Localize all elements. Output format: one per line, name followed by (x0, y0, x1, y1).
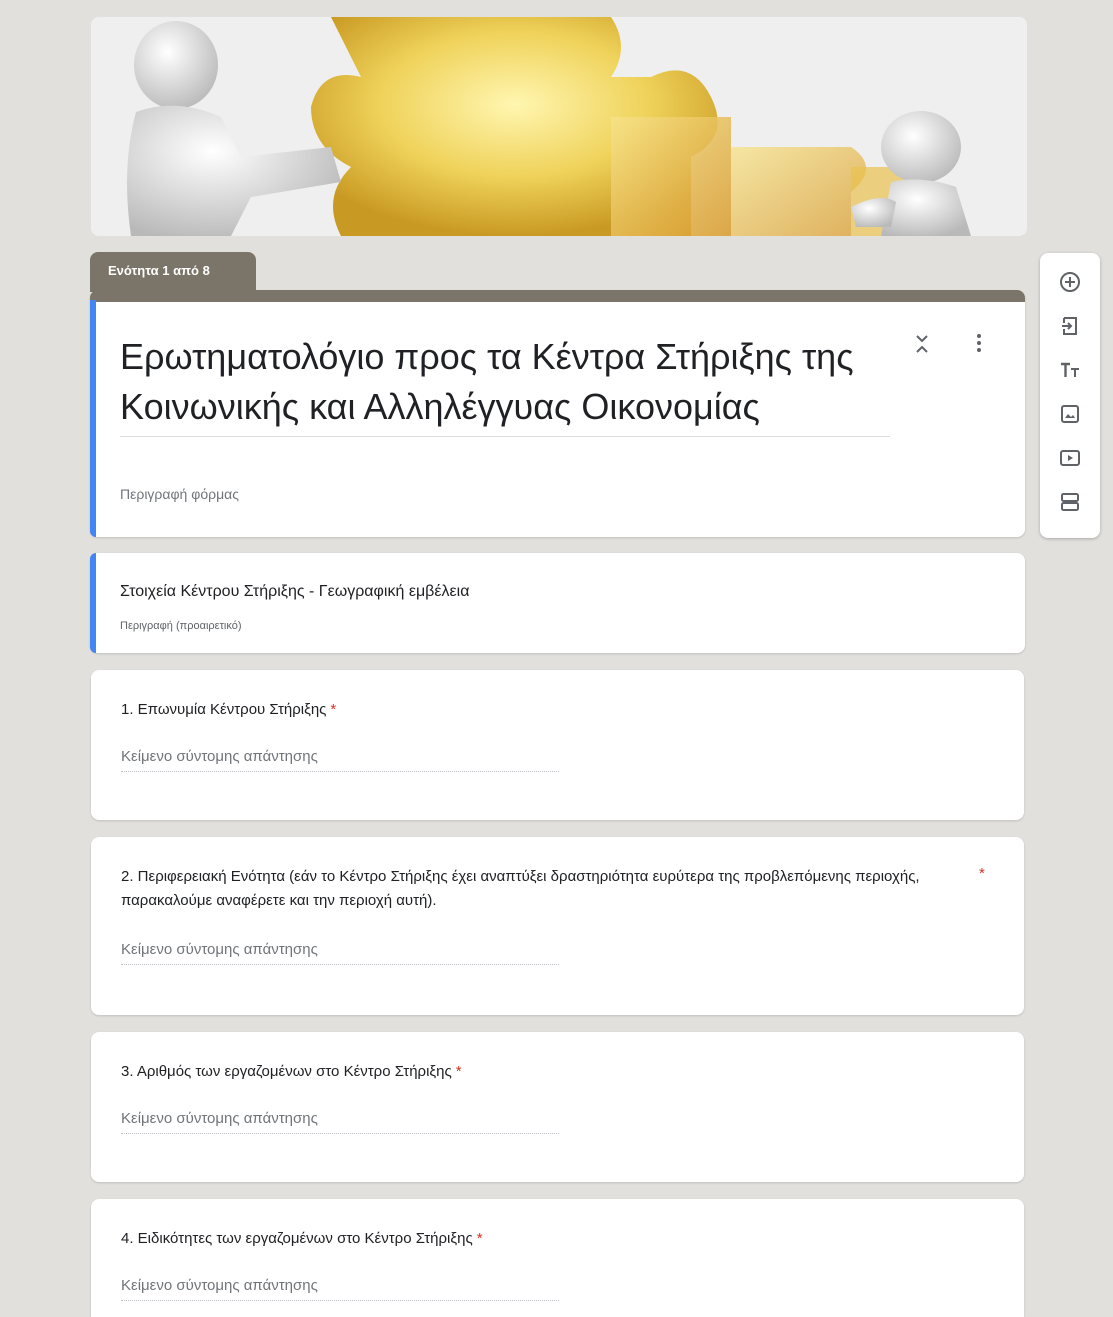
more-options-icon[interactable] (972, 334, 986, 358)
section-card-accent (90, 553, 96, 653)
question-title: 3. Αριθμός των εργαζομένων στο Κέντρο Στ… (121, 1060, 981, 1084)
question-title-text: 4. Ειδικότητες των εργαζομένων στο Κέντρ… (121, 1230, 473, 1247)
form-title-input[interactable]: Ερωτηματολόγιο προς τα Κέντρα Στήριξης τ… (120, 332, 890, 437)
question-card-1[interactable]: 1. Επωνυμία Κέντρου Στήριξης * Κείμενο σύ… (91, 670, 1024, 820)
collapse-section-icon[interactable] (912, 332, 932, 358)
section-header-card[interactable]: Στοιχεία Κέντρου Στήριξης - Γεωγραφική ε… (90, 553, 1025, 653)
required-asterisk: * (476, 1230, 483, 1247)
question-title: 1. Επωνυμία Κέντρου Στήριξης * (121, 698, 981, 722)
add-section-icon[interactable] (1055, 487, 1085, 517)
question-title-text: 2. Περιφερειακή Ενότητα (εάν το Κέντρο Σ… (121, 868, 920, 909)
question-title: 2. Περιφερειακή Ενότητα (εάν το Κέντρο Σ… (121, 865, 971, 913)
short-answer-placeholder: Κείμενο σύντομης απάντησης (121, 941, 559, 965)
form-description-input[interactable]: Περιγραφή φόρμας (120, 486, 239, 502)
add-image-icon[interactable] (1055, 399, 1085, 429)
question-title: 4. Ειδικότητες των εργαζομένων στο Κέντρ… (121, 1227, 981, 1251)
question-card-2[interactable]: 2. Περιφερειακή Ενότητα (εάν το Κέντρο Σ… (91, 837, 1024, 1015)
add-title-icon[interactable] (1055, 355, 1085, 385)
short-answer-placeholder: Κείμενο σύντομης απάντησης (121, 1277, 559, 1301)
question-title-text: 1. Επωνυμία Κέντρου Στήριξης (121, 701, 327, 718)
required-asterisk: * (455, 1063, 462, 1080)
add-question-icon[interactable] (1055, 267, 1085, 297)
puzzle-illustration (91, 17, 1027, 236)
header-image (91, 17, 1027, 236)
active-card-accent (90, 300, 96, 537)
add-video-icon[interactable] (1055, 443, 1085, 473)
section-indicator-label: Ενότητα 1 από 8 (108, 263, 210, 278)
required-asterisk: * (979, 865, 985, 882)
section-title-input[interactable]: Στοιχεία Κέντρου Στήριξης - Γεωγραφική ε… (120, 583, 469, 601)
question-card-4[interactable]: 4. Ειδικότητες των εργαζομένων στο Κέντρ… (91, 1199, 1024, 1317)
import-questions-icon[interactable] (1055, 311, 1085, 341)
form-editor: Ενότητα 1 από 8 Ερωτηματολόγιο προς τα Κ… (0, 0, 1113, 1317)
question-title-text: 3. Αριθμός των εργαζομένων στο Κέντρο Στ… (121, 1063, 452, 1080)
short-answer-placeholder: Κείμενο σύντομης απάντησης (121, 748, 559, 772)
section-indicator-tab: Ενότητα 1 από 8 (90, 252, 256, 292)
question-card-3[interactable]: 3. Αριθμός των εργαζομένων στο Κέντρο Στ… (91, 1032, 1024, 1182)
required-asterisk: * (330, 701, 337, 718)
form-title-card[interactable]: Ερωτηματολόγιο προς τα Κέντρα Στήριξης τ… (90, 290, 1025, 537)
short-answer-placeholder: Κείμενο σύντομης απάντησης (121, 1110, 559, 1134)
floating-toolbar (1040, 253, 1100, 538)
section-description-input[interactable]: Περιγραφή (προαιρετικό) (120, 620, 242, 632)
